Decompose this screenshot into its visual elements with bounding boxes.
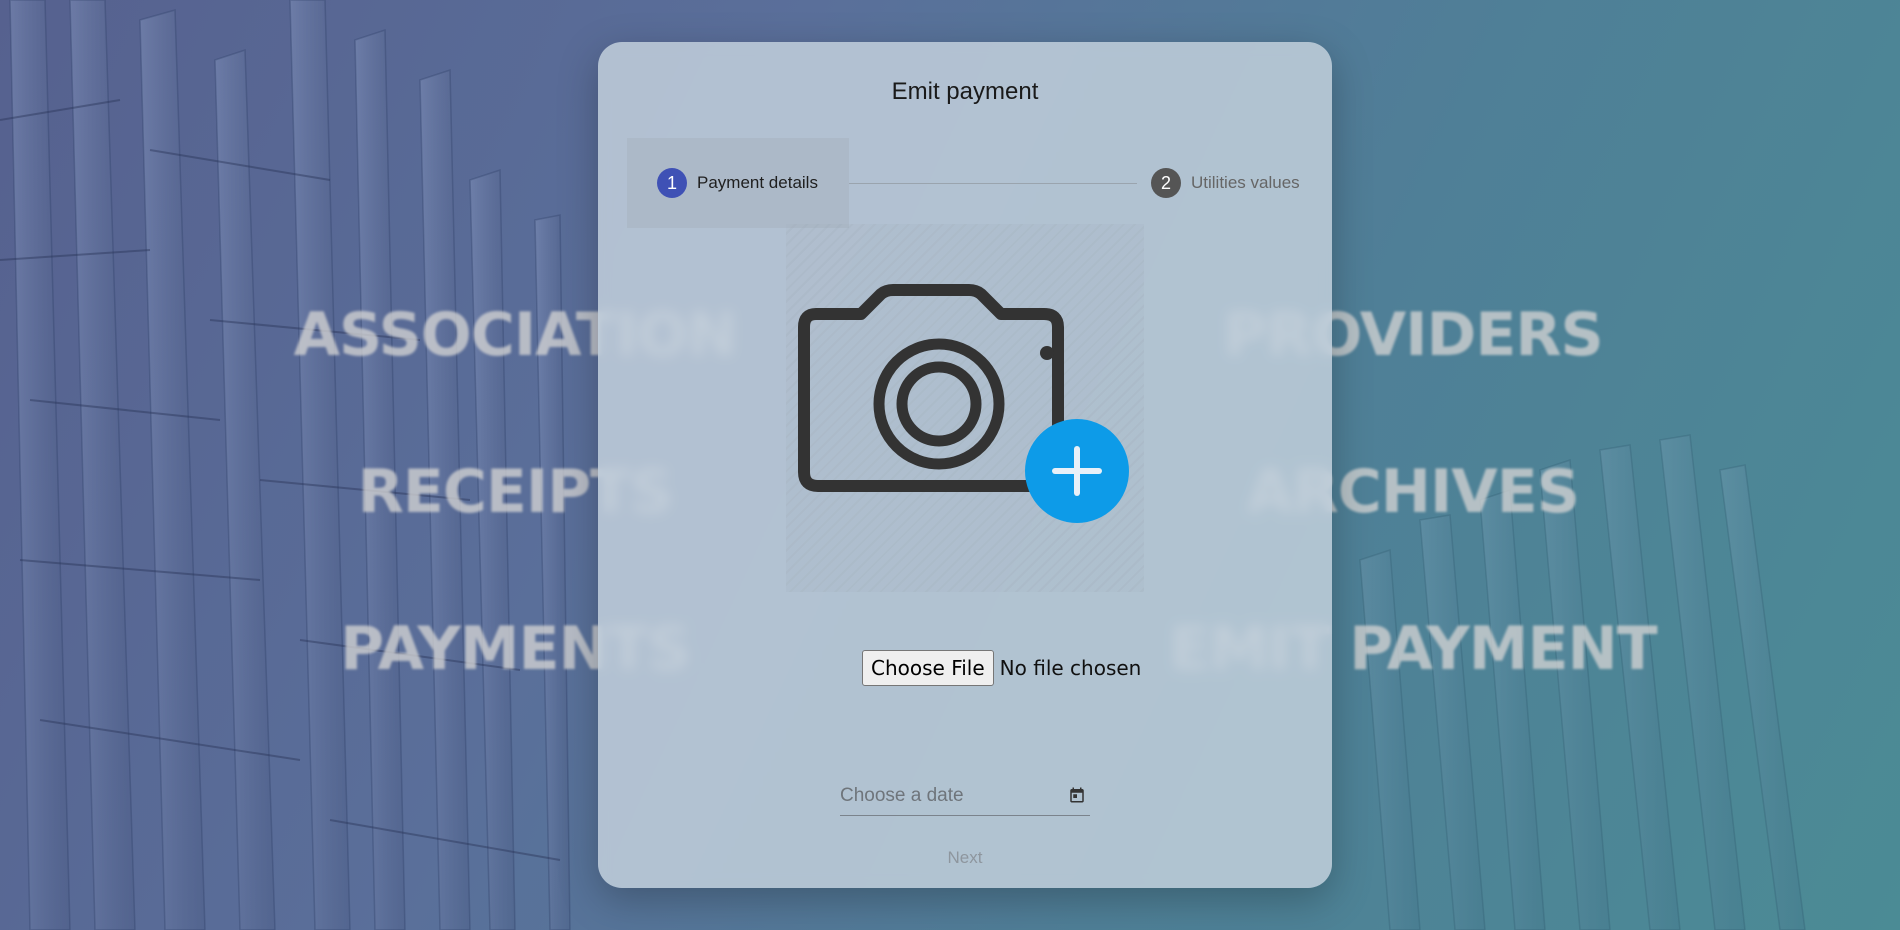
step-label-utilities-values: Utilities values	[1191, 173, 1300, 192]
file-status: No file chosen	[999, 656, 1142, 680]
next-button[interactable]: Next	[905, 848, 1025, 868]
stepper: 1 Payment details 2 Utilities values	[627, 138, 1303, 228]
file-input: Choose File No file chosen	[862, 650, 1141, 686]
dialog-title: Emit payment	[891, 78, 1039, 105]
step-label-payment-details: Payment details	[697, 173, 818, 192]
camera-add-icon	[798, 284, 1129, 523]
date-field	[840, 778, 1090, 816]
image-preview	[786, 224, 1144, 592]
step-number-1: 1	[657, 168, 687, 198]
step-payment-details[interactable]: 1 Payment details	[627, 138, 849, 228]
choose-file-button[interactable]: Choose File	[862, 650, 994, 686]
emit-payment-dialog: Emit payment 1 Payment details 2 Utiliti…	[598, 42, 1332, 888]
calendar-icon[interactable]	[1068, 786, 1086, 804]
step-number-2: 2	[1151, 168, 1181, 198]
date-input[interactable]	[840, 778, 1050, 814]
step-utilities-values[interactable]: 2 Utilities values	[1135, 138, 1300, 228]
stepper-connector	[849, 183, 1137, 184]
